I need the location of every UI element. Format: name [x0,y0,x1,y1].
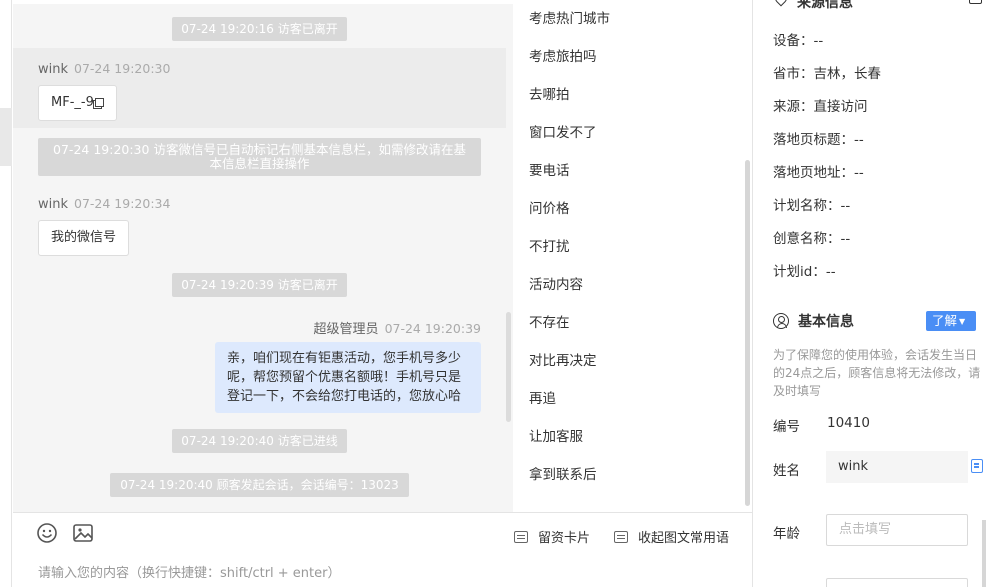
info-notice: 为了保障您的使用体验，会话发生当日的24点之后，顾客信息将无法修改，请及时填写 [773,348,981,398]
message-time: 07-24 19:20:30 [74,61,171,76]
quick-reply-panel: 考虑热门城市 考虑旅拍吗 去哪拍 窗口发不了 要电话 问价格 不打扰 活动内容 … [513,0,752,512]
image-icon[interactable] [72,522,94,544]
quick-reply-item[interactable]: 拿到联系后 [529,463,597,483]
id-value: 10410 [827,415,870,431]
left-collapse-tab[interactable] [0,108,12,166]
quick-reply-item[interactable]: 去哪拍 [529,83,570,103]
collapse-phrases-label: 收起图文常用语 [638,531,730,546]
message-sender: 超级管理员 07-24 19:20:39 [314,318,481,337]
user-circle-icon [773,313,789,329]
info-panel-scrollbar[interactable] [982,520,986,587]
message-time: 07-24 19:20:39 [384,321,481,336]
quick-reply-item[interactable]: 考虑旅拍吗 [529,45,597,65]
emoji-icon[interactable] [36,522,58,544]
copy-icon[interactable] [94,98,104,107]
name-field[interactable]: wink [826,451,968,483]
source-region: 省市：吉林，长春 [773,66,881,82]
chat-message-list[interactable]: 07-24 19:20:16 访客已离开 wink 07-24 19:20:30 … [13,0,513,512]
source-landing-url: 落地页地址：-- [773,165,864,181]
chat-workspace: 07-24 19:20:16 访客已离开 wink 07-24 19:20:30 … [0,0,986,587]
location-pin-icon [772,0,790,7]
quick-reply-item[interactable]: 要电话 [529,159,570,179]
source-plan-name: 计划名称：-- [773,198,851,214]
system-message: 07-24 19:20:40 顾客发起会话，会话编号：13023 [110,473,409,497]
quick-reply-item[interactable]: 活动内容 [529,273,583,293]
know-more-label: 了解 [932,313,958,328]
source-landing-title: 落地页标题：-- [773,132,864,148]
name-label: 姓名 [773,463,800,479]
id-label: 编号 [773,419,800,435]
source-device: 设备：-- [773,33,824,49]
visitor-message-bubble[interactable]: MF-_-9 [38,85,117,121]
caret-down-icon: ▼ [959,317,966,326]
message-input[interactable]: 请输入您的内容（换行快捷键：shift/ctrl + enter） [38,562,341,581]
know-more-dropdown[interactable]: 了解 ▼ [926,311,976,331]
source-plan-id: 计划id：-- [773,264,836,280]
left-strip [0,0,12,587]
system-message: 07-24 19:20:40 访客已进线 [172,429,347,453]
sender-name: 超级管理员 [313,322,379,337]
chat-top-edge [13,0,513,4]
chat-scrollbar[interactable] [506,312,511,422]
message-sender: wink 07-24 19:20:34 [38,196,170,212]
copy-name-icon[interactable] [971,459,983,473]
collapse-phrases-button[interactable]: 收起图文常用语 [614,527,729,546]
message-time: 07-24 19:20:34 [74,196,171,211]
source-info-title: 来源信息 [797,0,853,11]
quick-reply-item[interactable]: 考虑热门城市 [529,7,610,27]
quick-reply-scrollbar[interactable] [745,160,750,506]
basic-info-header: 基本信息 [773,311,854,331]
source-origin: 来源：直接访问 [773,99,868,115]
system-message: 07-24 19:20:39 访客已离开 [172,273,347,297]
quick-reply-item[interactable]: 窗口发不了 [529,121,597,141]
system-message: 07-24 19:20:30 访客微信号已自动标记右侧基本信息栏，如需修改请在基… [38,138,481,176]
source-creative-name: 创意名称：-- [773,231,851,247]
lead-card-button[interactable]: 留资卡片 [514,527,590,546]
visitor-info-panel: 来源信息 设备：-- 省市：吉林，长春 来源：直接访问 落地页标题：-- 落地页… [753,0,986,587]
visitor-message-bubble[interactable]: 我的微信号 [38,220,130,256]
message-text: MF-_-9 [51,95,94,110]
quick-reply-item[interactable]: 让加客服 [529,425,583,445]
quick-reply-item[interactable]: 不打扰 [529,235,570,255]
basic-info-title: 基本信息 [798,314,854,330]
card-icon [514,530,528,543]
message-sender: wink 07-24 19:20:30 [38,61,170,77]
phrases-icon [614,530,628,543]
system-message: 07-24 19:20:16 访客已离开 [172,17,347,41]
copy-icon[interactable] [969,0,982,4]
message-text: 我的微信号 [51,230,117,245]
age-field[interactable]: 点击填写 [826,514,968,546]
quick-reply-item[interactable]: 对比再决定 [529,349,597,369]
age-label: 年龄 [773,526,800,542]
lead-card-label: 留资卡片 [538,531,591,546]
sender-name: wink [38,197,69,212]
quick-reply-item[interactable]: 问价格 [529,197,570,217]
agent-message-bubble[interactable]: 亲，咱们现在有钜惠活动，您手机号多少呢，帮您预留个优惠名额哦！手机号只是登记一下… [215,342,481,413]
quick-reply-item[interactable]: 不存在 [529,311,570,331]
next-field[interactable] [826,578,968,587]
quick-reply-item[interactable]: 再追 [529,387,556,407]
sender-name: wink [38,62,69,77]
message-composer: 留资卡片 收起图文常用语 请输入您的内容（换行快捷键：shift/ctrl + … [13,512,752,587]
